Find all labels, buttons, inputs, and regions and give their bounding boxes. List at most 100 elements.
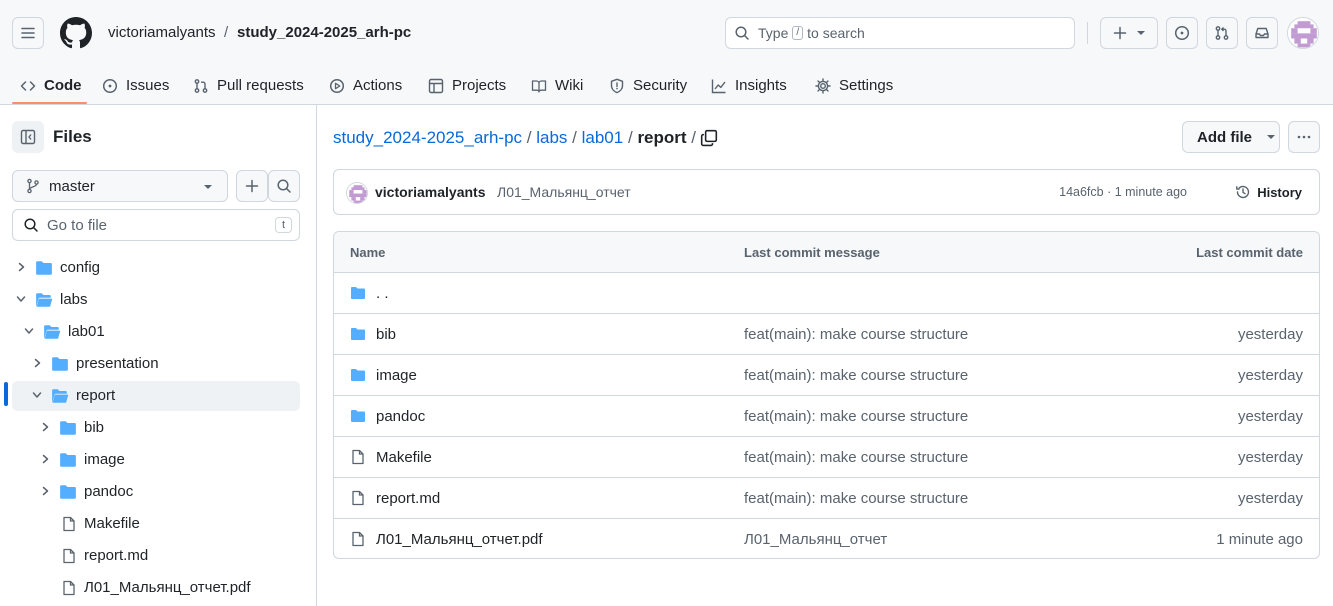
tree-item-label: config: [60, 259, 101, 276]
more-options-button[interactable]: [1288, 121, 1320, 153]
breadcrumb-labs-link[interactable]: labs: [536, 128, 567, 147]
commit-message-link[interactable]: feat(main): make course structure: [744, 449, 968, 466]
tab-actions[interactable]: Actions: [329, 66, 402, 105]
chevron-right-icon[interactable]: [40, 486, 50, 496]
file-name-link[interactable]: image: [376, 367, 417, 384]
tab-code[interactable]: Code: [20, 66, 82, 105]
tab-issues[interactable]: Issues: [102, 66, 169, 105]
file-icon: [63, 516, 75, 532]
inbox-button[interactable]: [1246, 17, 1278, 49]
add-file-sidebar-button[interactable]: [236, 170, 268, 202]
tree-folder-item[interactable]: bib: [12, 413, 300, 443]
tree-folder-item[interactable]: report: [12, 381, 300, 411]
book-icon: [531, 79, 547, 93]
pull-requests-button[interactable]: [1206, 17, 1238, 49]
breadcrumb-separator: /: [526, 128, 532, 147]
commit-date: yesterday: [1237, 490, 1303, 507]
file-name-link[interactable]: report.md: [376, 490, 440, 507]
tab-wiki[interactable]: Wiki: [531, 66, 583, 105]
file-name-link[interactable]: Makefile: [376, 449, 432, 466]
table-row[interactable]: image feat(main): make course structure ye…: [334, 355, 1319, 396]
go-to-file-input[interactable]: Go to file t: [12, 209, 300, 241]
folder-icon: [351, 328, 365, 340]
tree-file-item[interactable]: Makefile: [12, 509, 300, 539]
graph-icon: [711, 79, 726, 93]
issues-button[interactable]: [1166, 17, 1198, 49]
folder-icon: [36, 261, 52, 275]
folder-open-icon: [44, 325, 61, 339]
gear-icon: [815, 77, 831, 94]
tab-insights[interactable]: Insights: [711, 66, 787, 105]
tree-item-label: report.md: [84, 547, 149, 564]
create-new-button[interactable]: [1100, 17, 1158, 49]
chevron-right-icon[interactable]: [40, 454, 50, 464]
table-row[interactable]: bib feat(main): make course structure yest…: [334, 314, 1319, 355]
chevron-right-icon[interactable]: [32, 358, 42, 368]
chevron-down-icon[interactable]: [32, 390, 42, 400]
tab-security[interactable]: Security: [609, 66, 687, 105]
file-icon: [63, 548, 75, 564]
tab-projects[interactable]: Projects: [428, 66, 506, 105]
app-header: victoriamalyants / study_2024-2025_arh-p…: [0, 0, 1333, 105]
tab-label: Insights: [735, 77, 787, 94]
commit-message-link[interactable]: Л01_Мальянц_отчет: [744, 531, 887, 548]
github-logo-icon[interactable]: [60, 17, 92, 49]
chevron-down-icon[interactable]: [16, 294, 26, 304]
tree-folder-item[interactable]: presentation: [12, 349, 300, 379]
breadcrumb-repo-link[interactable]: study_2024-2025_arh-pc: [333, 128, 522, 147]
user-avatar[interactable]: [1287, 17, 1319, 49]
commit-author-avatar[interactable]: [346, 182, 368, 204]
tree-folder-item[interactable]: image: [12, 445, 300, 475]
add-file-button[interactable]: Add file: [1182, 121, 1280, 153]
collapse-sidebar-button[interactable]: [12, 121, 44, 153]
tab-pull-requests[interactable]: Pull requests: [193, 66, 304, 105]
search-files-button[interactable]: [268, 170, 300, 202]
history-label: History: [1257, 184, 1302, 200]
code-icon: [20, 80, 36, 91]
table-row[interactable]: Makefile feat(main): make course structur…: [334, 437, 1319, 478]
search-input[interactable]: Type / to search: [725, 17, 1075, 49]
tree-folder-item[interactable]: lab01: [12, 317, 300, 347]
table-row[interactable]: report.md feat(main): make course structu…: [334, 478, 1319, 519]
plus-icon: [1113, 26, 1127, 40]
parent-directory-row[interactable]: . .: [334, 273, 1319, 314]
commit-message-link[interactable]: feat(main): make course structure: [744, 490, 968, 507]
tree-file-item[interactable]: report.md: [12, 541, 300, 571]
file-name-link[interactable]: bib: [376, 326, 396, 343]
copy-path-button[interactable]: [700, 129, 718, 147]
repo-name-link[interactable]: study_2024-2025_arh-pc: [237, 24, 411, 42]
commit-hash-time[interactable]: 14a6fcb · 1 minute ago: [1059, 185, 1187, 199]
repo-owner-link[interactable]: victoriamalyants: [108, 24, 216, 42]
breadcrumb-lab01-link[interactable]: lab01: [582, 128, 624, 147]
commit-message-link[interactable]: feat(main): make course structure: [744, 408, 968, 425]
history-button[interactable]: History: [1235, 184, 1302, 200]
table-row[interactable]: Л01_Мальянц_отчет.pdf Л01_Мальянц_отчет 1 …: [334, 519, 1319, 558]
tab-label: Code: [44, 77, 82, 94]
menu-button[interactable]: [12, 17, 44, 49]
parent-directory-link[interactable]: . .: [376, 285, 389, 302]
tab-settings[interactable]: Settings: [815, 66, 893, 105]
go-to-file-placeholder: Go to file: [47, 216, 108, 234]
table-row[interactable]: pandoc feat(main): make course structure y…: [334, 396, 1319, 437]
header-divider: [1087, 22, 1088, 44]
chevron-right-icon[interactable]: [16, 262, 26, 272]
file-name-link[interactable]: pandoc: [376, 408, 425, 425]
breadcrumb-separator: /: [627, 128, 633, 147]
chevron-down-icon[interactable]: [24, 326, 34, 336]
tree-folder-item[interactable]: config: [12, 253, 300, 283]
commit-message-link[interactable]: feat(main): make course structure: [744, 326, 968, 343]
tab-label: Wiki: [555, 77, 584, 94]
file-name-link[interactable]: Л01_Мальянц_отчет.pdf: [376, 531, 543, 548]
latest-commit-box: victoriamalyants Л01_Мальянц_отчет 14a6f…: [333, 169, 1320, 215]
commit-author-link[interactable]: victoriamalyants: [375, 184, 486, 200]
chevron-right-icon[interactable]: [40, 422, 50, 432]
tree-folder-item[interactable]: labs: [12, 285, 300, 315]
branch-selector[interactable]: master: [12, 170, 228, 202]
file-icon: [63, 580, 75, 596]
tree-file-item[interactable]: Л01_Мальянц_отчет.pdf: [12, 573, 300, 603]
file-table: Name Last commit message Last commit dat…: [333, 231, 1320, 559]
commit-message-link[interactable]: Л01_Мальянц_отчет: [497, 184, 631, 200]
tree-folder-item[interactable]: pandoc: [12, 477, 300, 507]
breadcrumb-separator: /: [224, 24, 229, 41]
commit-message-link[interactable]: feat(main): make course structure: [744, 367, 968, 384]
